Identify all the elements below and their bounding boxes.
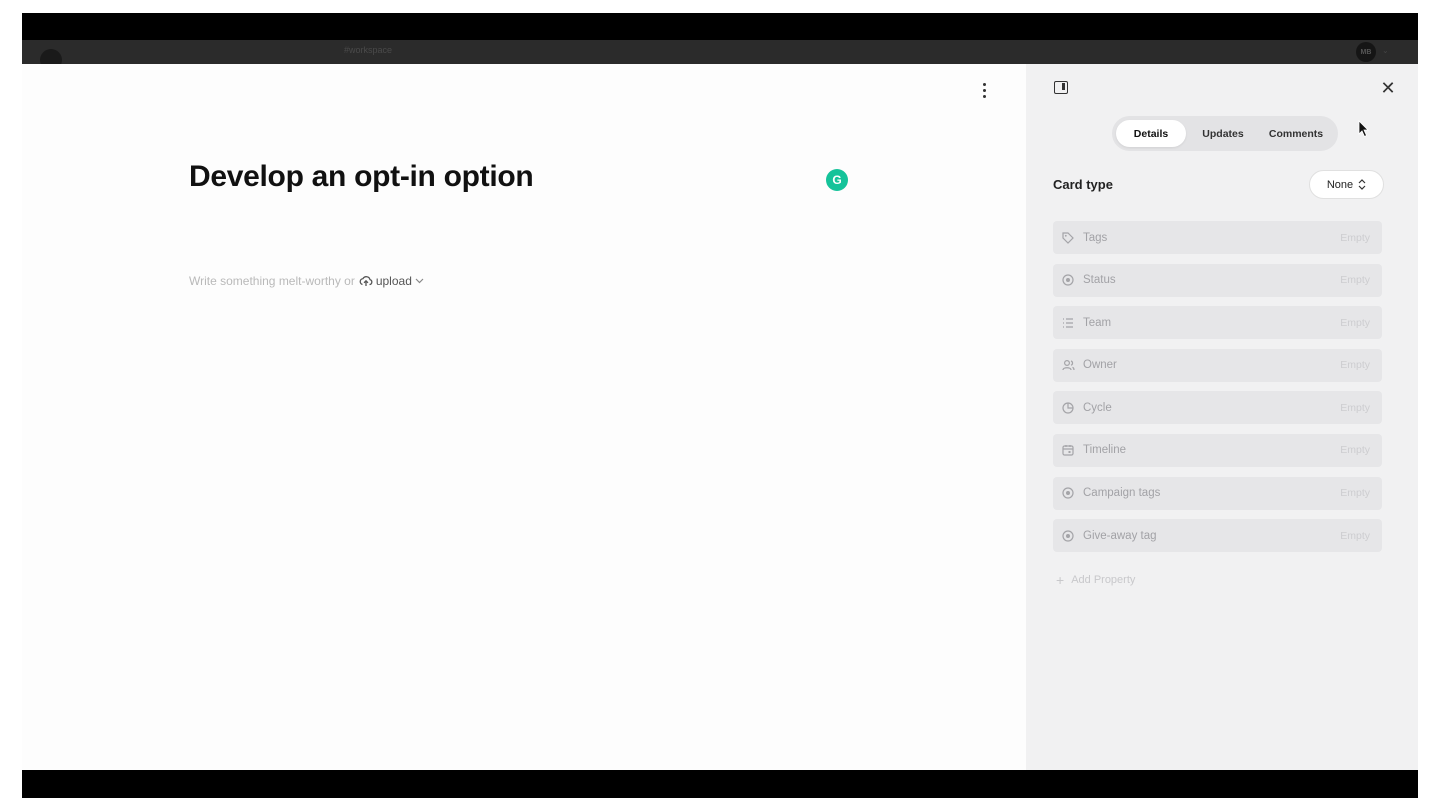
app-header: #workspace MB ⌄: [22, 40, 1418, 71]
property-value: Empty: [1340, 529, 1370, 542]
list-icon: [1061, 316, 1075, 330]
letterbox-top: [22, 13, 1418, 40]
card-title[interactable]: Develop an opt-in option: [189, 160, 534, 194]
upload-button[interactable]: upload: [359, 274, 424, 288]
property-list: Tags Empty Status Empty Team Empty Owner…: [1053, 221, 1382, 562]
upload-label: upload: [375, 274, 412, 288]
calendar-icon: [1061, 443, 1075, 457]
status-icon: [1061, 529, 1075, 543]
card-type-value: None: [1326, 178, 1354, 191]
property-label: Campaign tags: [1083, 487, 1161, 500]
property-status[interactable]: Status Empty: [1053, 263, 1382, 297]
add-property-button[interactable]: + Add Property: [1056, 572, 1135, 588]
close-icon[interactable]: ✕: [1378, 78, 1398, 98]
avatar[interactable]: MB: [1356, 42, 1376, 62]
property-value: Empty: [1340, 231, 1370, 244]
card-modal: Develop an opt-in option G Write somethi…: [22, 64, 1418, 770]
property-team[interactable]: Team Empty: [1053, 306, 1382, 340]
property-campaign-tags[interactable]: Campaign tags Empty: [1053, 476, 1382, 510]
editor-placeholder[interactable]: Write something melt-worthy or upload: [189, 274, 424, 288]
property-owner[interactable]: Owner Empty: [1053, 348, 1382, 382]
letterbox-bottom: [22, 770, 1418, 798]
editor-area: Develop an opt-in option G Write somethi…: [22, 64, 1026, 770]
details-panel: ✕ Details Updates Comments Card type Non…: [1026, 64, 1418, 770]
property-label: Give-away tag: [1083, 529, 1157, 542]
property-label: Tags: [1083, 231, 1108, 244]
tag-icon: [1061, 231, 1075, 245]
chevron-down-icon[interactable]: ⌄: [1382, 46, 1389, 55]
property-give-away-tag[interactable]: Give-away tag Empty: [1053, 519, 1382, 553]
grammarly-icon[interactable]: G: [826, 169, 848, 191]
panel-toggle-icon[interactable]: [1054, 81, 1068, 94]
workspace-label: #workspace: [344, 45, 393, 55]
property-tags[interactable]: Tags Empty: [1053, 221, 1382, 254]
card-type-label: Card type: [1053, 177, 1113, 192]
tab-details[interactable]: Details: [1116, 120, 1186, 147]
plus-icon: +: [1056, 572, 1065, 588]
tab-comments[interactable]: Comments: [1260, 120, 1332, 147]
property-value: Empty: [1340, 401, 1370, 414]
cycle-icon: [1061, 401, 1075, 415]
more-options-icon[interactable]: [974, 80, 994, 100]
sort-arrows-icon: [1358, 179, 1366, 190]
property-value: Empty: [1340, 359, 1370, 372]
property-value: Empty: [1340, 274, 1370, 287]
cloud-upload-icon: [359, 276, 373, 286]
property-label: Owner: [1083, 359, 1117, 372]
property-label: Team: [1083, 316, 1112, 329]
mouse-cursor-icon: [1358, 120, 1369, 138]
property-value: Empty: [1340, 316, 1370, 329]
panel-tabs: Details Updates Comments: [1112, 116, 1338, 151]
property-value: Empty: [1340, 487, 1370, 500]
chevron-down-icon: [415, 278, 424, 284]
users-icon: [1061, 358, 1075, 372]
property-label: Cycle: [1083, 401, 1112, 414]
status-icon: [1061, 273, 1075, 287]
property-timeline[interactable]: Timeline Empty: [1053, 433, 1382, 467]
add-property-label: Add Property: [1071, 574, 1136, 586]
tab-updates[interactable]: Updates: [1188, 120, 1258, 147]
property-label: Status: [1083, 274, 1116, 287]
status-icon: [1061, 486, 1075, 500]
card-type-select[interactable]: None: [1309, 170, 1384, 199]
property-label: Timeline: [1083, 444, 1127, 457]
property-value: Empty: [1340, 444, 1370, 457]
property-cycle[interactable]: Cycle Empty: [1053, 391, 1382, 425]
placeholder-text: Write something melt-worthy or: [189, 274, 355, 288]
